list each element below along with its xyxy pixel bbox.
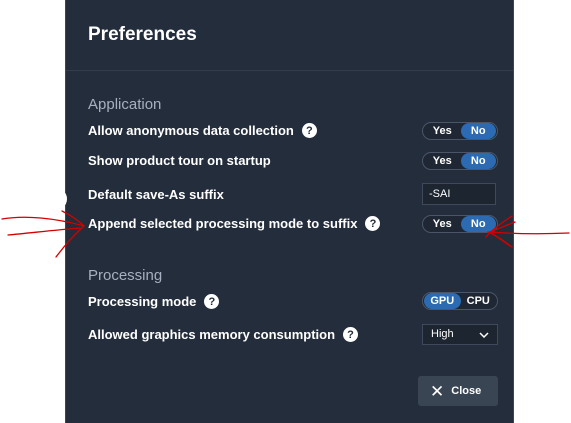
preferences-dialog: Preferences Application Allow anonymous … xyxy=(65,0,514,423)
anonymous-data-yes[interactable]: Yes xyxy=(424,123,461,139)
help-icon[interactable]: ? xyxy=(343,327,359,342)
section-application-heading: Application xyxy=(88,96,162,113)
close-button[interactable]: ✕ Close xyxy=(418,376,498,406)
memory-consumption-label: Allowed graphics memory consumption ? xyxy=(88,327,359,342)
processing-mode-gpu[interactable]: GPU xyxy=(424,293,461,309)
append-mode-no[interactable]: No xyxy=(460,216,496,232)
product-tour-toggle[interactable]: Yes No xyxy=(422,152,498,170)
dialog-title: Preferences xyxy=(88,24,197,45)
save-suffix-input[interactable]: -SAI xyxy=(422,183,496,205)
product-tour-no[interactable]: No xyxy=(460,153,496,169)
product-tour-label: Show product tour on startup xyxy=(88,153,271,168)
help-icon[interactable]: ? xyxy=(204,294,220,309)
section-processing-heading: Processing xyxy=(88,267,163,284)
memory-consumption-value: High xyxy=(431,328,454,340)
anonymous-data-no[interactable]: No xyxy=(460,123,496,139)
anonymous-data-toggle[interactable]: Yes No xyxy=(422,122,498,140)
dialog-header: Preferences xyxy=(66,0,513,71)
processing-mode-toggle[interactable]: GPU CPU xyxy=(422,292,498,310)
memory-consumption-select[interactable]: High xyxy=(422,324,498,345)
save-suffix-label: Default save-As suffix xyxy=(88,187,224,202)
close-icon: ✕ xyxy=(430,381,445,401)
append-mode-label: Append selected processing mode to suffi… xyxy=(88,216,381,231)
append-mode-toggle[interactable]: Yes No xyxy=(422,215,498,233)
help-icon[interactable]: ? xyxy=(365,216,381,231)
append-mode-yes[interactable]: Yes xyxy=(424,216,461,232)
processing-mode-label: Processing mode ? xyxy=(88,294,220,309)
processing-mode-cpu[interactable]: CPU xyxy=(461,293,497,309)
scroll-handle xyxy=(59,192,67,206)
anonymous-data-label: Allow anonymous data collection ? xyxy=(88,123,317,138)
product-tour-yes[interactable]: Yes xyxy=(424,153,461,169)
chevron-down-icon xyxy=(479,331,489,338)
close-button-label: Close xyxy=(451,385,482,397)
help-icon[interactable]: ? xyxy=(301,123,317,138)
